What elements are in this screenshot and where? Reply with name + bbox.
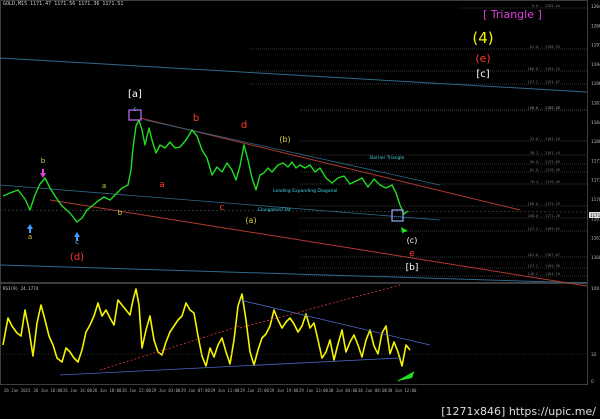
price-axis-label: 1163.90 xyxy=(591,236,600,242)
price-axis-label: 1190.70 xyxy=(591,81,600,87)
elongated-flat-label: Elongated Flat xyxy=(258,207,291,213)
wave-label-b-bracket: [b] xyxy=(406,263,419,273)
fib-level-label: 100.0 - 1173.25 xyxy=(528,202,560,206)
pattern-title: [ Triangle ] xyxy=(483,8,542,21)
fib-level-label: 100.0 - 1186.37 xyxy=(528,106,560,110)
price-chart[interactable]: 1204.10 1200.75 1197.40 1194.05 1190.70 1187.… xyxy=(0,0,600,419)
rsi-label: RSI(9) 24.1774 xyxy=(3,286,39,291)
rsi-axis-label: 0 xyxy=(591,379,594,385)
wave-label-e-red: e xyxy=(409,249,415,259)
price-axis-label: 1180.65 xyxy=(591,139,600,145)
fib-level-label: 23.6 - 1183.44 xyxy=(530,137,560,141)
price-axis-label: 1197.40 xyxy=(591,43,600,49)
fib-level-label: 127.2 - 1191.87 xyxy=(528,80,560,84)
fib-level-label: 61.8 - 1198.55 xyxy=(530,45,560,49)
time-axis-label: 29 Jun 23:00 xyxy=(299,388,328,393)
wave-degree-label: (4) xyxy=(472,29,493,47)
wave-label-a: a xyxy=(28,233,32,241)
wave-label-a-paren: (a) xyxy=(245,216,256,225)
fib-level-label: 127.2 - 1169.61 xyxy=(528,227,560,231)
time-axis-label: 30 Jun 08:00 xyxy=(358,388,387,393)
fib-level-label: 50.0 - 1179.89 xyxy=(530,160,560,164)
wave-label-a2: a xyxy=(102,182,106,190)
wave-e-label: (e) xyxy=(475,52,490,65)
time-axis-label: 26 Jun 10:00 xyxy=(34,388,63,393)
time-axis-label: 26 Jun 2015 xyxy=(4,388,31,393)
wave-label-b-red: b xyxy=(193,113,199,124)
wave-label-d-red: d xyxy=(241,120,247,131)
wave-label-b-paren: (b) xyxy=(279,135,290,144)
wave-label-c-red: c xyxy=(220,203,225,213)
time-axis-label: 26 Jun 18:00 xyxy=(93,388,122,393)
price-axis-label: 1177.30 xyxy=(591,158,600,164)
wave-label-c-paren: (c) xyxy=(407,236,418,245)
time-axis-label: 30 Jun 04:00 xyxy=(329,388,358,393)
fib-level-label: 76.4 - 1176.45 xyxy=(530,180,560,184)
current-price-label: 1171.51 xyxy=(590,213,600,218)
fib-level-label: 138.2 - 1164.10 xyxy=(528,272,560,276)
rsi-pane xyxy=(0,283,588,385)
main-pane xyxy=(0,0,588,283)
wave-label-d-paren: (d) xyxy=(70,252,84,263)
fib-level-label: 161.8 - 1167.07 xyxy=(528,253,560,257)
fib-level-label: 100.0 - 1194.25 xyxy=(528,67,560,71)
fib-level-label: 127.2 - 1165.36 xyxy=(528,264,560,268)
time-axis-label: 29 Jun 11:00 xyxy=(211,388,240,393)
price-axis-label: 1187.35 xyxy=(591,101,600,107)
price-axis-label: 1160.55 xyxy=(591,255,600,261)
price-axis-label: 1204.10 xyxy=(591,4,600,10)
leading-diagonal-label: Leading Expanding Diagonal xyxy=(273,188,337,194)
rsi-axis-label: 100 xyxy=(591,286,600,292)
watermark: [1271x846] https://upic.me/ xyxy=(439,405,598,418)
price-axis-label: 1170.60 xyxy=(591,197,600,203)
price-axis-label: 1184.00 xyxy=(591,120,600,126)
ohlc-label: 1171.47 1171.56 1171.36 1171.51 xyxy=(30,1,124,7)
price-axis-label: 1194.05 xyxy=(591,62,600,68)
barrier-triangle-label: Barrier Triangle xyxy=(370,155,405,161)
symbol-label: GOLD,M15 xyxy=(3,1,28,7)
wave-label-a-red: a xyxy=(159,180,165,190)
fib-level-label: 38.2 - 1181.44 xyxy=(530,151,560,155)
chart-header: GOLD,M15 1171.47 1171.56 1171.36 1171.51 xyxy=(3,1,123,7)
wave-c-label: [c] xyxy=(476,69,489,80)
time-axis-label: 29 Jun 03:00 xyxy=(152,388,181,393)
time-axis-label: 26 Jun 14:00 xyxy=(63,388,92,393)
wave-label-a-bracket: [a] xyxy=(128,89,142,100)
time-axis-label: 29 Jun 07:00 xyxy=(181,388,210,393)
price-axis-label: 1173.95 xyxy=(591,178,600,184)
rsi-axis-label: 32 xyxy=(591,352,597,358)
time-axis-label: 26 Jun 22:00 xyxy=(122,388,151,393)
wave-label-b: b xyxy=(41,157,46,165)
fib-level-label: 61.8 - 1178.36 xyxy=(530,168,560,172)
price-axis-label: 1200.75 xyxy=(591,23,600,29)
time-axis-label: 29 Jun 15:00 xyxy=(240,388,269,393)
time-axis-label: 30 Jun 12:00 xyxy=(388,388,417,393)
wave-label-b2: b xyxy=(118,209,123,217)
time-axis-label: 29 Jun 19:00 xyxy=(270,388,299,393)
fib-level-label: 100.0 - 1171.26 xyxy=(528,214,560,218)
